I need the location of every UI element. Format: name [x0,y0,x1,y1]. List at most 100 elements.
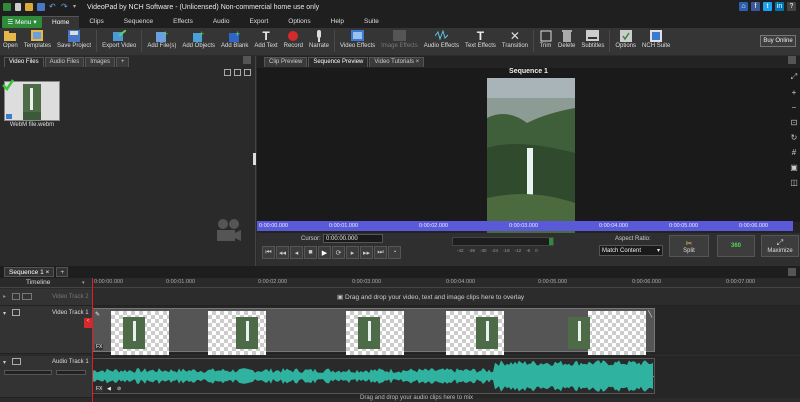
zoom-in-icon[interactable]: + [792,88,797,97]
crop-icon[interactable]: ⊡ [791,118,798,127]
pan-slider[interactable] [56,370,86,375]
new-icon[interactable] [15,3,21,11]
audio-effects-button[interactable]: Audio Effects [421,28,462,49]
add-blank-button[interactable]: + Add Blank [218,28,251,50]
export-video-button[interactable]: Export Video [99,28,139,49]
save-project-button[interactable]: Save Project [54,28,94,49]
video-track-2-lane[interactable]: ▣ Drag and drop your video, text and ima… [92,289,800,306]
clip-edit-icon[interactable]: ✎ [95,311,100,318]
expand-icon[interactable]: ▸ [3,293,6,300]
video-effects-button[interactable]: Video Effects [337,28,378,49]
chevron-down-icon[interactable]: ▾ [82,280,85,286]
aspect-ratio-select[interactable]: Match Content ▾ [599,245,663,256]
tab-sequence-1[interactable]: Sequence 1 × [4,267,55,277]
mute-icon[interactable]: ⊘ [117,386,121,392]
text-effects-button[interactable]: T Text Effects [462,28,499,50]
narrate-button[interactable]: Narrate [306,28,332,49]
step-forward-icon[interactable]: ▸ [346,246,359,259]
list-view-icon[interactable] [224,69,231,76]
trim-button[interactable]: Trim [536,28,555,49]
rotate-icon[interactable]: ↻ [791,133,798,142]
speaker-icon[interactable] [12,358,21,365]
buy-online-button[interactable]: Buy Online [760,35,796,47]
tab-home[interactable]: Home [42,16,80,28]
transition-button[interactable]: ✕ Transition [499,28,531,50]
media-clip-thumbnail[interactable] [2,79,60,121]
track-lock-icon[interactable] [22,293,32,300]
skip-to-end-icon[interactable]: ⏭ [374,246,387,259]
tab-clip-preview[interactable]: Clip Preview [264,57,308,67]
tab-video-files[interactable]: Video Files [4,57,44,67]
options-button[interactable]: Options [612,28,639,49]
linkedin-icon[interactable]: in [775,2,784,11]
split-button[interactable]: ✂ Split [669,235,709,257]
add-objects-button[interactable]: + Add Objects [179,28,218,50]
grid-view-icon[interactable] [244,69,251,76]
details-view-icon[interactable] [234,69,241,76]
audio-track-1-lane[interactable]: FX ◀ ⊘ Drag and drop your audio clips he… [92,356,800,401]
preview-scrub-bar[interactable]: 0:00:00.000 0:00:01.000 0:00:02.000 0:00… [257,221,793,231]
add-text-button[interactable]: T Add Text [251,28,280,50]
save-icon[interactable] [37,3,45,11]
stop-icon[interactable]: ■ [304,246,317,259]
volume-slider[interactable] [4,370,52,375]
undo-icon[interactable]: ↶ [49,3,57,11]
templates-button[interactable]: Templates [21,28,54,49]
view-360-button[interactable]: 360 [717,235,755,257]
zoom-out-icon[interactable]: − [792,103,797,112]
home-icon[interactable]: ⌂ [739,2,748,11]
skip-to-start-icon[interactable]: ⏮ [262,246,275,259]
collapse-icon[interactable]: ▾ [3,310,6,317]
tab-options[interactable]: Options [278,16,320,28]
tab-export[interactable]: Export [239,16,278,28]
transition-marker-icon[interactable]: ╲ [648,311,652,318]
step-back-icon[interactable]: ◂ [290,246,303,259]
dropdown-icon[interactable]: ▾ [73,3,81,11]
open-button[interactable]: Open [0,28,21,49]
tab-images[interactable]: Images [85,57,115,67]
nch-suite-button[interactable]: NCH Suite [639,28,673,49]
open-icon[interactable] [25,3,33,11]
playhead-marker[interactable]: ‹ [84,318,92,328]
record-button[interactable]: Record [281,28,306,49]
tab-audio[interactable]: Audio [203,16,240,28]
prev-frame-icon[interactable]: ◂◂ [276,246,289,259]
add-bin-tab[interactable]: + [115,57,130,67]
snapshot-icon[interactable]: ◫ [790,178,798,187]
next-frame-icon[interactable]: ▸▸ [360,246,373,259]
tab-sequence-preview[interactable]: Sequence Preview [308,57,369,67]
close-icon[interactable]: × [46,269,50,276]
help-icon[interactable]: ? [787,2,796,11]
close-icon[interactable]: × [416,59,420,65]
tab-effects[interactable]: Effects [163,16,203,28]
panel-splitter-handle[interactable] [253,153,256,165]
fullscreen-icon[interactable]: ⤢ [791,72,797,82]
fx-icon[interactable]: FX [95,386,104,392]
subtitles-button[interactable]: Subtitles [578,28,607,49]
volume-icon[interactable]: ◀ [107,386,111,392]
play-icon[interactable]: ▶ [318,246,331,259]
loop-icon[interactable]: ⟳ [332,246,345,259]
video-clip[interactable]: ✎ FX ╲ [92,308,655,355]
add-sequence-tab[interactable]: + [56,267,69,277]
cursor-time-field[interactable]: 0:00:00.000 [323,234,383,243]
speed-icon[interactable]: ◔ [388,246,401,259]
video-track-1-lane[interactable]: ✎ FX ╲ [92,306,800,355]
pin-icon[interactable] [788,268,796,276]
redo-icon[interactable]: ↷ [61,3,69,11]
image-effects-button[interactable]: Image Effects [378,28,421,49]
playhead-line[interactable] [92,278,93,402]
twitter-icon[interactable]: t [763,2,772,11]
pin-icon[interactable] [243,56,251,64]
audio-clip[interactable]: FX ◀ ⊘ [92,358,655,394]
tab-suite[interactable]: Suite [354,16,389,28]
maximize-button[interactable]: ⤢ Maximize [761,235,799,257]
collapse-icon[interactable]: ▾ [3,359,6,366]
add-files-button[interactable]: + Add File(s) [144,28,179,50]
facebook-icon[interactable]: f [751,2,760,11]
tab-clips[interactable]: Clips [79,16,113,28]
tab-video-tutorials[interactable]: Video Tutorials × [369,57,425,67]
pin-icon[interactable] [788,56,796,64]
tab-sequence[interactable]: Sequence [114,16,163,28]
fx-icon[interactable]: FX [95,344,104,350]
